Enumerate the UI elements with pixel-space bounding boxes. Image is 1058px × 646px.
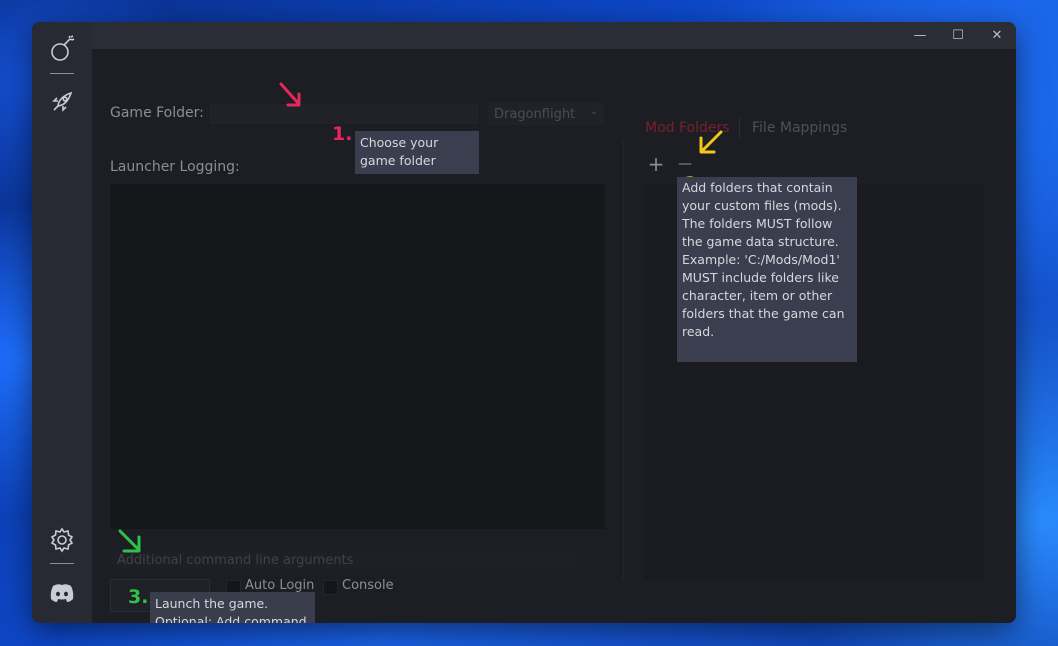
step1-arrow-icon <box>279 82 301 107</box>
minimize-button[interactable]: — <box>901 22 939 49</box>
desktop: { "window": { "controls": {"minimize": "… <box>0 0 1058 646</box>
panel-divider <box>623 139 624 579</box>
auto-login-label: Auto Login <box>245 578 315 593</box>
args-placeholder: Additional command line arguments <box>117 553 354 568</box>
tab-separator <box>739 117 740 139</box>
launcher-log-output <box>110 184 605 529</box>
discord-icon[interactable] <box>47 578 77 608</box>
add-folder-button[interactable]: + <box>645 153 667 175</box>
sidebar-separator <box>50 563 74 564</box>
step3-tooltip: Launch the game. Optional: Add command l… <box>150 592 315 623</box>
game-folder-label: Game Folder: <box>110 105 204 121</box>
sidebar <box>32 22 92 623</box>
gear-icon[interactable] <box>47 525 77 555</box>
console-label: Console <box>342 578 394 593</box>
step3-number: 3. <box>128 586 149 608</box>
remove-folder-button[interactable]: — <box>674 153 696 175</box>
step2-arrow-icon <box>699 130 723 154</box>
rocket-icon[interactable] <box>47 87 77 117</box>
bomb-icon[interactable] <box>47 34 77 64</box>
step2-tooltip: Add folders that contain your custom fil… <box>677 177 857 362</box>
sidebar-separator <box>50 73 74 74</box>
app-window: — ☐ ✕ Game Folder: Dragonflight ⌄ Launch… <box>32 22 1016 623</box>
launcher-logging-label: Launcher Logging: <box>110 159 240 175</box>
version-selected: Dragonflight <box>494 107 576 122</box>
game-folder-input[interactable] <box>208 103 480 125</box>
close-button[interactable]: ✕ <box>978 22 1016 49</box>
maximize-button[interactable]: ☐ <box>939 22 977 49</box>
chevron-down-icon: ⌄ <box>589 106 598 117</box>
step3-arrow-icon <box>118 529 141 553</box>
main-content: Game Folder: Dragonflight ⌄ Launcher Log… <box>92 49 1016 623</box>
version-dropdown[interactable]: Dragonflight ⌄ <box>488 103 604 125</box>
tab-file-mappings[interactable]: File Mappings <box>752 120 847 136</box>
step1-number: 1. <box>332 123 353 145</box>
console-checkbox[interactable] <box>323 580 338 595</box>
step1-tooltip: Choose your game folder <box>355 131 479 174</box>
title-bar: — ☐ ✕ <box>92 22 1016 49</box>
command-line-args-input[interactable]: Additional command line arguments <box>110 551 578 571</box>
